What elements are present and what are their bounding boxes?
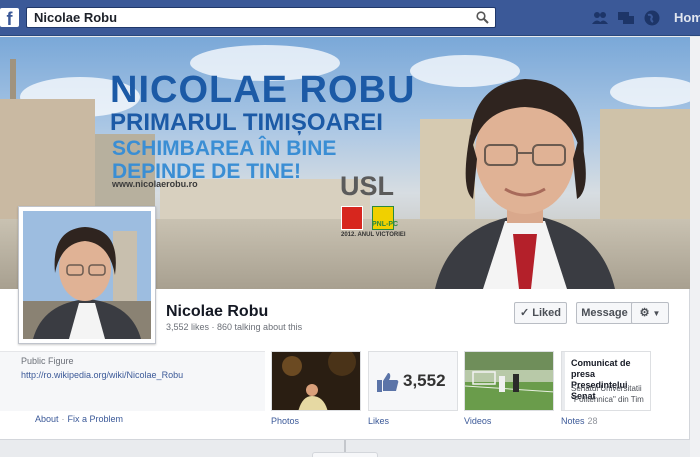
videos-label[interactable]: Videos [464,416,491,426]
page-container: NICOLAE ROBU PRIMARUL TIMIȘOAREI SCHIMBA… [0,37,690,440]
thumbs-up-icon [377,373,399,392]
notes-label-group[interactable]: Notes 28 [561,416,598,426]
photos-tile[interactable] [271,351,361,411]
timeline-tab[interactable] [312,452,378,457]
notes-label: Notes [561,416,585,426]
top-bar: f Nicolae Robu Home [0,0,700,36]
website-link[interactable]: http://ro.wikipedia.org/wiki/Nicolae_Rob… [21,370,183,380]
photos-label[interactable]: Photos [271,416,299,426]
psd-logo-label: PSD [344,221,359,228]
search-icon[interactable] [476,11,489,24]
chevron-down-icon: ▼ [652,309,661,318]
message-button[interactable]: Message [576,302,633,324]
notifications-globe-icon[interactable] [643,9,661,27]
settings-dropdown-button[interactable]: ⚙ ▼ [631,302,669,324]
page-stats: 3,552 likes · 860 talking about this [166,322,303,332]
videos-tile[interactable] [464,351,554,411]
candidate-portrait [435,79,615,289]
cover-url: www.nicolaerobu.ro [112,179,198,189]
page-title[interactable]: Nicolae Robu [166,303,268,321]
message-label: Message [581,307,628,319]
likes-tile[interactable]: 3,552 [368,351,458,411]
search-input[interactable]: Nicolae Robu [26,7,496,28]
likes-count: 3,552 [403,371,446,390]
note-body: Senatul Universitatii "Politehnica" din … [571,384,644,404]
cover-slogan: SCHIMBAREA ÎN BINE DEPINDE DE TINE! [112,137,337,183]
notes-tile[interactable]: Comunicat de presa Presedintelui Senat S… [561,351,651,411]
about-link[interactable]: About [35,414,59,424]
friend-requests-icon[interactable] [591,9,609,27]
gear-icon: ⚙ [639,307,650,319]
search-value: Nicolae Robu [34,10,118,25]
liked-label: Liked [532,307,561,319]
cover-subtitle: PRIMARUL TIMIȘOAREI [110,109,383,136]
photos-thumbnail [272,352,360,410]
notes-count: 28 [587,416,598,426]
footer-separator: · [61,414,65,424]
liked-button[interactable]: ✓ Liked [514,302,567,324]
scrollbar[interactable] [690,37,700,457]
about-footer: About · Fix a Problem [35,414,123,424]
fix-problem-link[interactable]: Fix a Problem [68,414,124,424]
check-icon: ✓ [520,307,530,319]
videos-thumbnail [465,352,553,410]
facebook-logo-icon[interactable]: f [0,8,19,27]
home-link[interactable]: Home [674,10,700,25]
profile-portrait [23,211,151,339]
likes-label[interactable]: Likes [368,416,389,426]
page-category: Public Figure [21,356,74,366]
profile-picture[interactable] [18,206,156,344]
messages-icon[interactable] [617,9,635,27]
